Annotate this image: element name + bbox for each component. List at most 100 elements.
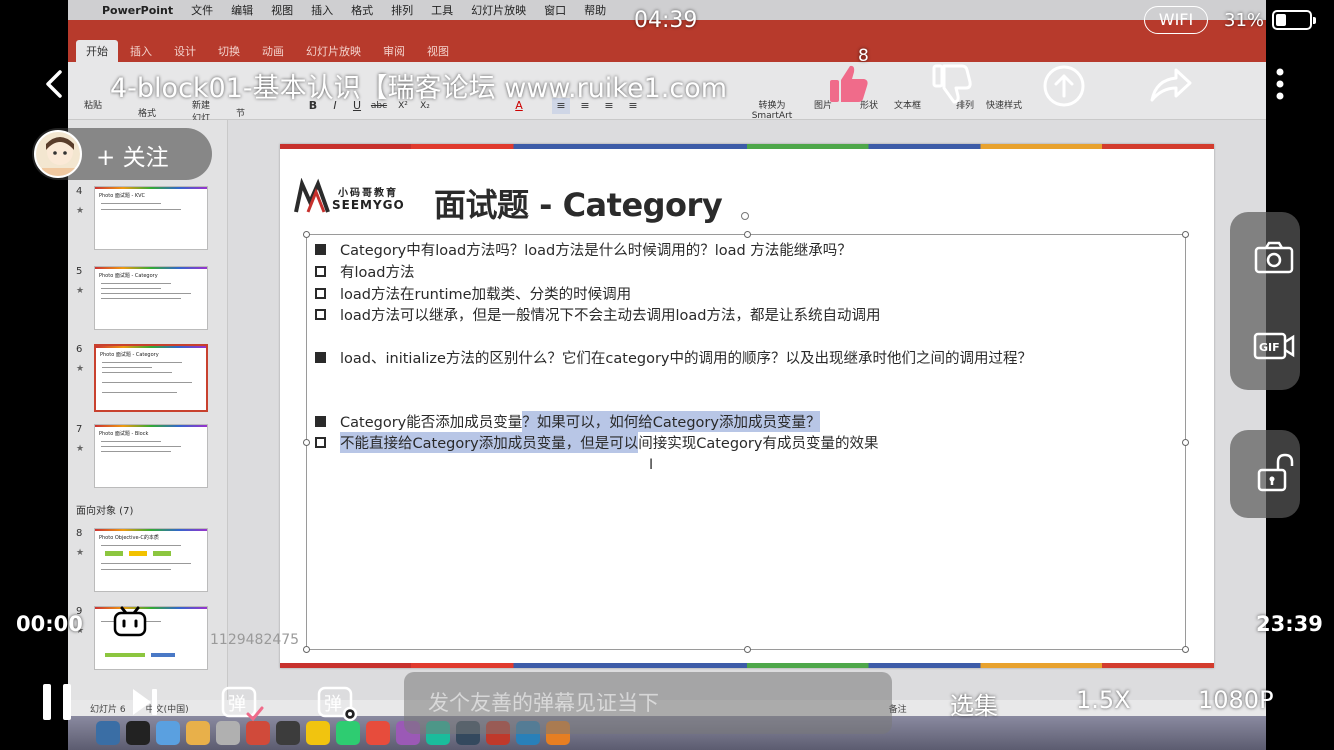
quick-styles-button[interactable]: 快速样式 bbox=[986, 98, 1022, 111]
resize-handle[interactable] bbox=[1182, 646, 1189, 653]
thumbnail-row[interactable]: 7 ★ Photo 面试题 - Block bbox=[68, 424, 228, 494]
ribbon-tab-slideshow[interactable]: 幻灯片放映 bbox=[296, 40, 371, 62]
bullet-text: Category能否添加成员变量 bbox=[340, 415, 523, 431]
coin-button[interactable] bbox=[1040, 62, 1088, 110]
uploader-watermark: 1129482475 bbox=[210, 632, 300, 648]
thumbnail-number: 7 bbox=[76, 424, 83, 435]
section-header[interactable]: 面向对象 (7) bbox=[76, 502, 133, 517]
menubar-item: 编辑 bbox=[231, 4, 254, 17]
hollow-square-bullet-icon bbox=[315, 309, 326, 320]
hollow-square-bullet-icon bbox=[315, 437, 326, 448]
thumbnail-row[interactable]: 8 ★ Photo Objective-C的本质 bbox=[68, 528, 228, 598]
lock-button[interactable] bbox=[1254, 452, 1296, 496]
menubar-item: 视图 bbox=[271, 4, 294, 17]
app-icon[interactable] bbox=[246, 721, 270, 745]
app-icon[interactable] bbox=[276, 721, 300, 745]
resize-handle[interactable] bbox=[1182, 439, 1189, 446]
format-painter-button[interactable]: 格式 bbox=[138, 106, 156, 119]
star-icon: ★ bbox=[76, 286, 85, 296]
bilibili-tv-icon[interactable] bbox=[112, 604, 148, 640]
ribbon-tab-insert[interactable]: 插入 bbox=[120, 40, 162, 62]
bullet-answer: load方法可以继承，但是一般情况下不会主动去调用load方法，都是让系统自动调… bbox=[315, 304, 880, 325]
terminal-icon[interactable] bbox=[126, 721, 150, 745]
like-button[interactable] bbox=[826, 60, 874, 108]
slide-thumbnail[interactable]: Photo 面试题 - Block bbox=[94, 424, 208, 488]
slide-thumbnail[interactable]: Photo 面试题 - Category bbox=[94, 266, 208, 330]
speed-button[interactable]: 1.5X bbox=[1076, 686, 1131, 714]
bullet-question: Category中有load方法吗？load方法是什么时候调用的？load 方法… bbox=[315, 239, 852, 260]
ribbon-tab-home[interactable]: 开始 bbox=[76, 40, 118, 62]
thumbs-down-icon bbox=[932, 64, 972, 104]
menubar-item: 文件 bbox=[191, 4, 214, 17]
square-bullet-icon bbox=[315, 352, 326, 363]
textbox-button[interactable]: 文本框 bbox=[894, 98, 921, 111]
resize-handle[interactable] bbox=[744, 231, 751, 238]
bullet-text-selected: 不能直接给Category添加成员变量，但是可以 bbox=[340, 432, 639, 453]
resize-handle[interactable] bbox=[1182, 231, 1189, 238]
thumbnail-row[interactable]: 5 ★ Photo 面试题 - Category bbox=[68, 266, 228, 336]
menubar-item: 帮助 bbox=[584, 4, 607, 17]
square-bullet-icon bbox=[315, 244, 326, 255]
app-icon[interactable] bbox=[306, 721, 330, 745]
thumbnail-number: 5 bbox=[76, 266, 83, 277]
quality-button[interactable]: 1080P bbox=[1198, 686, 1274, 714]
ribbon-tab-review[interactable]: 审阅 bbox=[373, 40, 415, 62]
share-icon bbox=[1150, 68, 1192, 102]
slide-thumbnail[interactable]: Photo 面试题 - KVC bbox=[94, 186, 208, 250]
video-frame[interactable]: PowerPoint 文件 编辑 视图 插入 格式 排列 工具 幻灯片放映 窗口… bbox=[68, 0, 1266, 750]
hollow-square-bullet-icon bbox=[315, 288, 326, 299]
app-icon[interactable] bbox=[366, 721, 390, 745]
danmaku-settings-button[interactable]: 弹 bbox=[316, 682, 360, 724]
svg-text:弹: 弹 bbox=[228, 694, 246, 715]
slide-thumbnail-selected[interactable]: Photo 面试题 - Category bbox=[94, 344, 208, 412]
resize-handle[interactable] bbox=[303, 439, 310, 446]
resize-handle[interactable] bbox=[303, 646, 310, 653]
app-icon[interactable] bbox=[186, 721, 210, 745]
thumbnail-row[interactable]: 9 ★ bbox=[68, 606, 228, 676]
paste-button[interactable]: 粘贴 bbox=[84, 98, 102, 111]
dislike-button[interactable] bbox=[930, 60, 976, 108]
xcode-icon[interactable] bbox=[156, 721, 180, 745]
ribbon-tab-design[interactable]: 设计 bbox=[164, 40, 206, 62]
follow-button[interactable]: + 关注 bbox=[32, 128, 212, 180]
pause-button[interactable] bbox=[40, 682, 76, 722]
resize-handle[interactable] bbox=[303, 231, 310, 238]
back-button[interactable] bbox=[40, 64, 70, 104]
hollow-square-bullet-icon bbox=[315, 266, 326, 277]
more-button[interactable] bbox=[1268, 64, 1292, 104]
content-textbox[interactable]: Category中有load方法吗？load方法是什么时候调用的？load 方法… bbox=[303, 231, 1189, 653]
slide-thumbnails-pane: 4 ★ Photo 面试题 - KVC 5 ★ Photo 面试题 - Cate… bbox=[68, 120, 228, 700]
resize-handle[interactable] bbox=[744, 646, 751, 653]
danmaku-toggle-button[interactable]: 弹 bbox=[220, 682, 264, 724]
episodes-button[interactable]: 选集 bbox=[950, 686, 998, 721]
slide-thumbnail[interactable]: Photo Objective-C的本质 bbox=[94, 528, 208, 592]
gif-button[interactable]: GIF bbox=[1252, 326, 1296, 366]
player-screen: PowerPoint 文件 编辑 视图 插入 格式 排列 工具 幻灯片放映 窗口… bbox=[0, 0, 1334, 750]
bullet-text: 有load方法 bbox=[340, 265, 415, 281]
wifi-indicator: WIFI bbox=[1144, 6, 1208, 34]
app-icon[interactable] bbox=[216, 721, 240, 745]
danmaku-input[interactable]: 发个友善的弹幕见证当下 bbox=[404, 672, 892, 734]
camera-icon bbox=[1254, 241, 1294, 274]
bullet-text: load方法在runtime加载类、分类的时候调用 bbox=[340, 287, 632, 303]
rotate-handle[interactable] bbox=[741, 212, 749, 220]
thumbnail-title: Photo 面试题 - Category bbox=[100, 352, 159, 358]
finder-icon[interactable] bbox=[96, 721, 120, 745]
gif-icon: GIF bbox=[1253, 332, 1295, 360]
follow-label: + 关注 bbox=[96, 145, 169, 171]
slide-title[interactable]: 面试题 - Category bbox=[434, 180, 723, 226]
share-button[interactable] bbox=[1146, 64, 1196, 106]
screenshot-button[interactable] bbox=[1252, 238, 1296, 278]
thumbnail-row[interactable]: 4 ★ Photo 面试题 - KVC bbox=[68, 186, 228, 256]
app-icon[interactable] bbox=[336, 721, 360, 745]
ribbon-tab-transitions[interactable]: 切换 bbox=[208, 40, 250, 62]
next-episode-button[interactable] bbox=[130, 686, 160, 718]
ribbon-tab-animations[interactable]: 动画 bbox=[252, 40, 294, 62]
thumbnail-row[interactable]: 6 ★ Photo 面试题 - Category bbox=[68, 344, 228, 414]
avatar[interactable] bbox=[34, 130, 82, 178]
coin-icon bbox=[1043, 65, 1085, 107]
slide-canvas[interactable]: 小码哥教育 SEEMYGO 面试题 - Category Category中有l… bbox=[280, 144, 1214, 668]
bullet-question: load、initialize方法的区别什么？它们在category中的调用的顺… bbox=[315, 347, 1032, 368]
ribbon-tab-view[interactable]: 视图 bbox=[417, 40, 459, 62]
section-button[interactable]: 节 bbox=[236, 106, 245, 119]
